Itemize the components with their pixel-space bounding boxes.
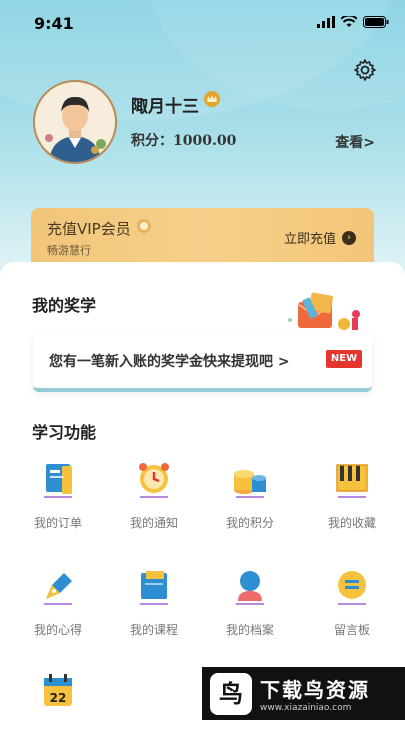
feature-label: 我的心得 bbox=[33, 623, 82, 637]
vip-subtitle: 畅游慧行 bbox=[47, 244, 91, 257]
user-avatar-icon bbox=[35, 82, 115, 162]
message-coin-icon bbox=[338, 571, 366, 605]
vip-badge-icon bbox=[137, 219, 151, 233]
crown-badge-icon bbox=[204, 91, 220, 107]
calendar-day: 22 bbox=[50, 691, 67, 705]
feature-calendar[interactable]: 22 bbox=[18, 672, 98, 752]
feature-my-notifications[interactable]: 我的通知 bbox=[114, 460, 194, 540]
watermark-title: 下载鸟资源 bbox=[260, 678, 370, 702]
red-envelope-illustration-icon bbox=[288, 292, 360, 330]
feature-label: 我的通知 bbox=[129, 516, 178, 530]
alarm-clock-icon bbox=[139, 463, 169, 498]
status-time: 9:41 bbox=[34, 14, 74, 33]
user-profile-icon bbox=[236, 571, 264, 605]
signal-icon bbox=[317, 16, 335, 28]
battery-icon bbox=[363, 16, 389, 28]
wifi-icon bbox=[341, 16, 357, 27]
watermark-url: www.xiazainiao.com bbox=[260, 703, 352, 713]
status-icons bbox=[317, 16, 389, 28]
feature-label: 我的档案 bbox=[225, 623, 274, 637]
avatar[interactable] bbox=[33, 80, 117, 164]
arrow-right-icon: › bbox=[342, 230, 356, 245]
feature-label: 留言板 bbox=[333, 623, 370, 637]
vip-recharge-label: 立即充值 bbox=[283, 232, 336, 247]
vip-title: 充值VIP会员 bbox=[47, 220, 131, 238]
points-value: 积分：1000.00 bbox=[131, 133, 237, 149]
watermark-banner: 鸟 下载鸟资源 www.xiazainiao.com bbox=[202, 667, 405, 720]
piano-keys-icon bbox=[336, 464, 368, 498]
feature-label: 我的订单 bbox=[33, 516, 82, 530]
watermark-text: 下载鸟资源 www.xiazainiao.com bbox=[260, 674, 370, 713]
vip-recharge-button[interactable]: 立即充值 › bbox=[284, 228, 356, 247]
coin-stack-icon bbox=[234, 470, 266, 498]
orders-book-icon bbox=[44, 464, 72, 498]
feature-my-points[interactable]: 我的积分 bbox=[210, 460, 290, 540]
feature-my-favorites[interactable]: 我的收藏 bbox=[312, 460, 392, 540]
feature-label: 我的积分 bbox=[225, 516, 274, 530]
gear-icon bbox=[354, 59, 376, 81]
calendar-icon: 22 bbox=[44, 674, 72, 706]
feature-my-profile[interactable]: 我的档案 bbox=[210, 567, 290, 647]
new-badge: NEW bbox=[326, 350, 362, 368]
status-bar: 9:41 bbox=[0, 0, 405, 48]
view-profile-link[interactable]: 查看> bbox=[335, 132, 375, 152]
feature-my-notes[interactable]: 我的心得 bbox=[18, 567, 98, 647]
feature-my-orders[interactable]: 我的订单 bbox=[18, 460, 98, 540]
scholarship-message: 您有一笔新入账的奖学金快来提现吧 > bbox=[49, 354, 290, 370]
scholarship-card[interactable]: 您有一笔新入账的奖学金快来提现吧 > NEW bbox=[33, 333, 372, 392]
username: 陬月十三 bbox=[131, 97, 199, 117]
bird-logo-icon: 鸟 bbox=[210, 672, 252, 715]
feature-label: 我的收藏 bbox=[327, 516, 376, 530]
settings-button[interactable] bbox=[353, 58, 377, 82]
open-book-icon bbox=[140, 571, 168, 605]
pen-nib-icon bbox=[44, 573, 72, 605]
feature-my-courses[interactable]: 我的课程 bbox=[114, 567, 194, 647]
scholarship-section-title: 我的奖学 bbox=[32, 296, 97, 315]
feature-label: 我的课程 bbox=[129, 623, 178, 637]
features-section-title: 学习功能 bbox=[32, 423, 97, 442]
feature-message-board[interactable]: 留言板 bbox=[312, 567, 392, 647]
